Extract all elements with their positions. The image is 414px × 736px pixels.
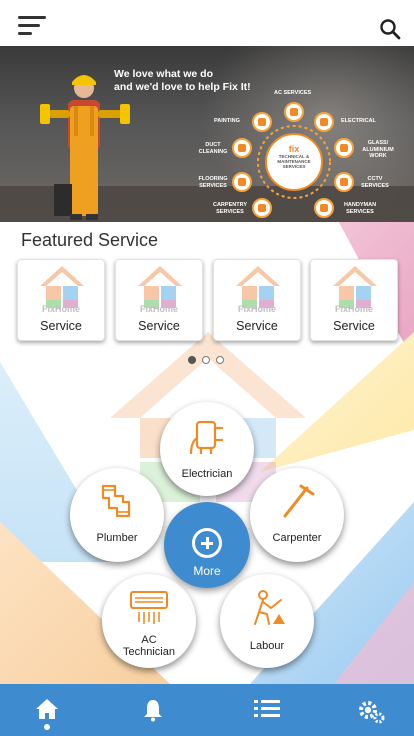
service-label-cctv: CCTV SERVICES <box>361 176 389 189</box>
carpentry-icon <box>252 198 272 218</box>
promo-banner[interactable]: We love what we do and we'd love to help… <box>0 46 414 222</box>
main-content: Featured Service FixHome Service FixHome… <box>0 222 414 684</box>
card-label: Service <box>40 319 82 333</box>
featured-service-card[interactable]: FixHome Service <box>17 259 105 341</box>
center-logo: fix TECHNICAL & MAINTENANCE SERVICES <box>272 144 316 170</box>
service-label-duct: DUCT CLEANING <box>198 142 228 155</box>
ac-technician-label-line1: AC <box>141 634 157 646</box>
handyman-icon <box>314 198 334 218</box>
featured-services-carousel[interactable]: FixHome Service FixHome Service FixHome … <box>17 259 399 341</box>
card-label: Service <box>138 319 180 333</box>
featured-service-card[interactable]: FixHome Service <box>213 259 301 341</box>
bottom-navigation <box>0 684 414 736</box>
card-logo-text: FixHome <box>237 304 276 314</box>
painting-icon <box>252 112 272 132</box>
electrical-icon <box>314 112 334 132</box>
banner-headline-line1: We love what we do <box>114 68 213 80</box>
services-wheel: fix TECHNICAL & MAINTENANCE SERVICES AC … <box>196 90 414 222</box>
pipe-icon <box>101 484 131 518</box>
nav-list[interactable] <box>246 694 286 730</box>
card-label: Service <box>236 319 278 333</box>
flooring-icon <box>232 172 252 192</box>
ac-services-icon <box>284 102 304 122</box>
air-conditioner-icon <box>130 591 168 624</box>
electrician-label: Electrician <box>181 468 233 480</box>
hamburger-menu-icon[interactable] <box>18 16 48 38</box>
featured-service-title: Featured Service <box>21 230 159 250</box>
bell-icon <box>144 700 162 722</box>
nav-settings[interactable] <box>349 694 389 730</box>
more-label: More <box>193 564 221 578</box>
ac-technician-label-line2: Technician <box>123 646 175 658</box>
labour-worker-icon <box>254 590 285 625</box>
settings-icon <box>359 701 385 724</box>
card-logo-text: FixHome <box>139 304 178 314</box>
featured-service-card[interactable]: FixHome Service <box>310 259 398 341</box>
top-bar <box>0 0 414 46</box>
pager-dot[interactable] <box>202 356 210 364</box>
ac-technician-button[interactable]: AC Technician <box>102 574 196 668</box>
plus-circle-icon <box>192 528 222 558</box>
service-label-flooring: FLOORING SERVICES <box>198 176 228 189</box>
electrician-button[interactable]: Electrician <box>160 402 254 496</box>
carpenter-label: Carpenter <box>272 532 322 544</box>
list-icon <box>254 700 280 717</box>
carousel-pager <box>188 356 228 366</box>
glass-work-icon <box>334 138 354 158</box>
carpenter-button[interactable]: Carpenter <box>250 468 344 562</box>
center-logo-brand: fix <box>288 144 300 154</box>
more-button[interactable]: More <box>164 502 250 588</box>
plumber-button[interactable]: Plumber <box>70 468 164 562</box>
service-label-glass: GLASS/ ALUMINIUM WORK <box>362 140 394 159</box>
card-label: Service <box>333 319 375 333</box>
card-logo-text: FixHome <box>41 304 80 314</box>
service-label-painting: PAINTING <box>214 118 240 124</box>
nail-icon <box>283 484 315 518</box>
pager-dot-active[interactable] <box>188 356 196 364</box>
pager-dot[interactable] <box>216 356 224 364</box>
service-label-carpentry: CARPENTRY SERVICES <box>212 202 248 215</box>
nav-active-indicator <box>44 724 50 730</box>
cctv-icon <box>334 172 354 192</box>
service-label-electrical: ELECTRICAL <box>341 118 376 124</box>
plug-icon <box>189 420 223 455</box>
labour-label: Labour <box>249 640 285 652</box>
plumber-label: Plumber <box>96 532 138 544</box>
service-label-ac: AC SERVICES <box>274 90 312 96</box>
search-icon[interactable] <box>378 17 404 43</box>
nav-home[interactable] <box>27 694 67 730</box>
center-logo-line4: SERVICES <box>282 164 306 169</box>
card-logo-text: FixHome <box>334 304 373 314</box>
nav-notifications[interactable] <box>133 694 173 730</box>
service-label-handyman: HANDYMAN SERVICES <box>343 202 377 215</box>
home-icon <box>36 699 58 719</box>
labour-button[interactable]: Labour <box>220 574 314 668</box>
app-screen: We love what we do and we'd love to help… <box>0 0 414 736</box>
featured-service-card[interactable]: FixHome Service <box>115 259 203 341</box>
duct-cleaning-icon <box>232 138 252 158</box>
